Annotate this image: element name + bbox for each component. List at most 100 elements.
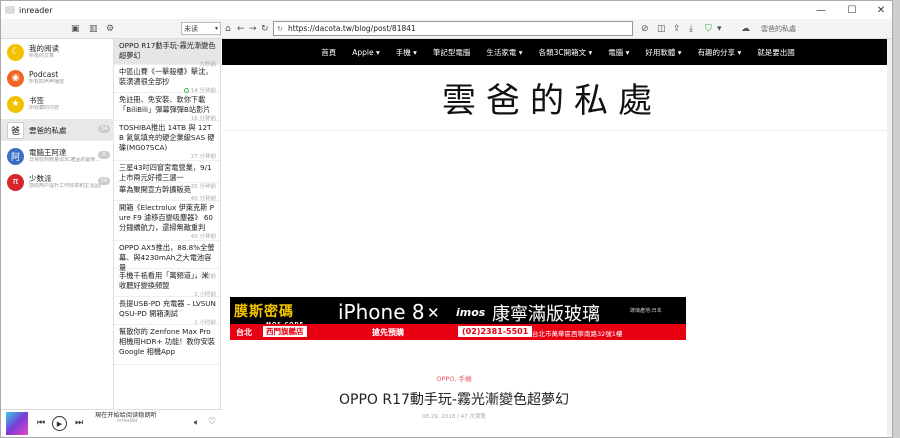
- now-playing-sub: inreader: [117, 418, 138, 424]
- banner-product: iPhone 8: [338, 300, 425, 324]
- article-title: 手機千祇看用「萬頻道」，米收聽好變換頻盟: [119, 271, 209, 290]
- article-item[interactable]: 長提USB-PD 充電器 – LVSUN QSU-PD 開箱測試 1 小时前: [114, 297, 220, 326]
- article-item[interactable]: OPPO R17動手玩-霧光漸變色超夢幻 九秒前: [114, 39, 220, 68]
- home-icon[interactable]: ⌂: [225, 22, 231, 35]
- album-cover: [6, 412, 28, 435]
- site-nav-item[interactable]: 電腦 ▾: [608, 47, 629, 58]
- open-external-icon[interactable]: ◫: [657, 22, 666, 35]
- previous-icon[interactable]: ⏮: [37, 418, 45, 428]
- play-button[interactable]: ▶: [52, 416, 67, 431]
- article-title: 三星43吋四窗宮電營業，9/1 上市兩元好禮三選一: [119, 163, 212, 182]
- article-title: 長提USB-PD 充電器 – LVSUN QSU-PD 開箱測試: [119, 299, 216, 318]
- divider: [222, 130, 892, 131]
- banner-address: 台北市萬華區西寧南路32號1樓: [532, 330, 623, 338]
- feed-item[interactable]: ☾ 我的阅读 所有的文章: [1, 41, 114, 63]
- article-title: 免註冊、免安裝、軟你下載「BiliBili」彈幕彈彈B站影片: [119, 95, 211, 114]
- feed-description: 日常收到數量與3C產品的最新...: [29, 157, 101, 163]
- content-scrollbar[interactable]: [887, 39, 892, 437]
- article-item[interactable]: 幫散你的 Zenfone Max Pro 相機用HDR+ 功能！教你安裝Goog…: [114, 325, 220, 365]
- feed-name: 书签: [29, 96, 44, 105]
- feed-icon: 爸: [7, 121, 24, 139]
- article-item[interactable]: OPPO AX5推出，88.8%全螢幕、與4230mAh之大電池容量 1 小时前: [114, 241, 220, 280]
- refresh-small-icon: ↻: [277, 24, 283, 33]
- app-window: inreader — ☐ ✕ ▣ ▥ ⚙ 未读 ▾ ⌂ ← → ↻ ↻ http…: [0, 0, 893, 438]
- back-icon[interactable]: ←: [237, 22, 245, 35]
- banner-phone: (02)2381-5501: [458, 326, 533, 337]
- site-nav-item[interactable]: Apple ▾: [352, 48, 380, 57]
- banner-origin: 玻璃產地:日本: [630, 308, 662, 314]
- feed-icon: π: [7, 173, 24, 191]
- feed-icon: ☾: [7, 43, 24, 61]
- feed-name: 雲爸的私處: [29, 125, 67, 135]
- maximize-button[interactable]: ☐: [837, 1, 867, 19]
- download-icon[interactable]: ⤓: [689, 22, 693, 35]
- feed-name: 少数派: [29, 174, 52, 183]
- gear-icon[interactable]: ⚙: [106, 22, 114, 35]
- feed-item[interactable]: ★ 书签 所收藏的内容: [1, 93, 114, 115]
- filter-select[interactable]: 未读 ▾: [181, 22, 221, 35]
- article-item[interactable]: 華為聚開宣方幹擴販苑 40 分钟前: [114, 183, 220, 202]
- title-bar: inreader: [1, 1, 892, 19]
- feed-item[interactable]: 阿電腦王阿達 日常收到數量與3C產品的最新... 0: [1, 145, 114, 167]
- feed-item[interactable]: π 少数派 感助用户提升工作效率和生活品质 10: [1, 171, 114, 193]
- window-title: inreader: [19, 5, 53, 15]
- feed-name: Podcast: [29, 70, 59, 79]
- article-title: 中區山賽《一擊殺樓》擊沈，裝潢濃很全部抄: [119, 67, 213, 86]
- site-nav-item[interactable]: 生活家電 ▾: [486, 47, 522, 58]
- article-item[interactable]: 免註冊、免安裝、軟你下載「BiliBili」彈幕彈彈B站影片 16 分钟前: [114, 93, 220, 122]
- article-title: 開箱《Electrolux 伊萊克斯 Pure F9 濾移百變吸塵器》 60分鐘…: [119, 203, 214, 232]
- account-label[interactable]: 雲爸的私處: [761, 22, 796, 35]
- article-item[interactable]: 手機千祇看用「萬頻道」，米收聽好變換頻盟 1 小时前: [114, 269, 220, 298]
- article-item[interactable]: 開箱《Electrolux 伊萊克斯 Pure F9 濾移百變吸塵器》 60分鐘…: [114, 201, 220, 241]
- sidebar-toggle-icon[interactable]: ▣: [71, 22, 80, 35]
- article-item[interactable]: TOSHIBA推出 14TB 與 12TB 氦氣填充的硬企業級SAS 硬碟(MG…: [114, 121, 220, 161]
- article-title: 華為聚開宣方幹擴販苑: [119, 185, 191, 194]
- url-input[interactable]: ↻ https://dacota.tw/blog/post/81841: [273, 21, 633, 36]
- layout-icon[interactable]: ▥: [89, 22, 98, 35]
- site-nav-item[interactable]: 各類3C開箱文 ▾: [539, 47, 593, 58]
- article-time: 27 分钟前: [119, 153, 216, 161]
- banner-imos: imos: [456, 306, 486, 319]
- site-nav-item[interactable]: 筆記型電腦: [433, 47, 471, 58]
- banner-store: 西門旗艦店: [263, 326, 307, 337]
- site-nav-item[interactable]: 手機 ▾: [396, 47, 417, 58]
- unread-badge: 0: [98, 151, 110, 159]
- post-title: OPPO R17動手玩-霧光漸變色超夢幻: [339, 392, 569, 408]
- post-categories[interactable]: OPPO, 手機: [222, 373, 686, 383]
- forward-icon[interactable]: →: [249, 22, 257, 35]
- feed-item[interactable]: 爸雲爸的私處 34: [1, 119, 114, 141]
- site-nav-item[interactable]: 就是要出國: [757, 47, 795, 58]
- volume-icon[interactable]: 🔈︎: [194, 418, 199, 428]
- feed-icon: 阿: [7, 147, 24, 165]
- feed-name: 電腦王阿達: [29, 148, 67, 157]
- article-item[interactable]: 三星43吋四窗宮電營業，9/1 上市兩元好禮三選一 35 分钟前: [114, 161, 220, 190]
- refresh-icon[interactable]: ↻: [261, 22, 269, 35]
- site-nav-item[interactable]: 好用軟體 ▾: [645, 47, 681, 58]
- article-time-text: 40 分钟前: [190, 234, 216, 240]
- shield-icon[interactable]: ⛉: [705, 22, 712, 35]
- account-avatar-icon[interactable]: ☁: [741, 22, 750, 35]
- banner-slogan: 康寧滿版玻璃: [492, 304, 600, 325]
- unread-badge: 10: [98, 177, 110, 185]
- minimize-button[interactable]: —: [806, 1, 836, 19]
- audio-player: ⏮ ▶ ⏭ 現在开始给阅读稳朗听 inreader 🔈︎ ♡: [1, 409, 222, 437]
- feed-item[interactable]: ◉ Podcast 所有的声声播放: [1, 67, 114, 89]
- block-icon[interactable]: ⊘: [641, 22, 649, 35]
- article-item[interactable]: 中區山賽《一擊殺樓》擊沈，裝潢濃很全部抄 14 分钟前: [114, 65, 220, 94]
- more-icon[interactable]: ▾: [717, 22, 722, 35]
- filter-select-value: 未读: [184, 24, 198, 33]
- site-nav-item[interactable]: 有趣的分享 ▾: [698, 47, 742, 58]
- banner-city: 台北: [236, 328, 252, 337]
- post-meta: 08.29, 2018 / 47 次瀏覽: [422, 414, 486, 420]
- close-button[interactable]: ✕: [866, 1, 892, 19]
- site-logo[interactable]: 雲爸的私處: [422, 77, 682, 125]
- site-nav-item[interactable]: 首頁: [321, 47, 336, 58]
- web-content: 首頁 Apple ▾ 手機 ▾ 筆記型電腦 生活家電 ▾ 各類3C開箱文 ▾ 電腦 ▾ 好用軟…: [222, 39, 892, 437]
- unread-badge: 34: [98, 125, 110, 133]
- next-icon[interactable]: ⏭: [75, 418, 83, 428]
- banner-times: ✕: [427, 304, 440, 322]
- play-icon: ▶: [56, 419, 63, 428]
- ad-banner[interactable]: 膜斯密碼 MOS CODE iPhone 8 ✕ imos 康寧滿版玻璃 玻璃產…: [230, 297, 686, 340]
- heart-icon[interactable]: ♡: [208, 417, 216, 427]
- share-icon[interactable]: ⇪: [673, 22, 681, 35]
